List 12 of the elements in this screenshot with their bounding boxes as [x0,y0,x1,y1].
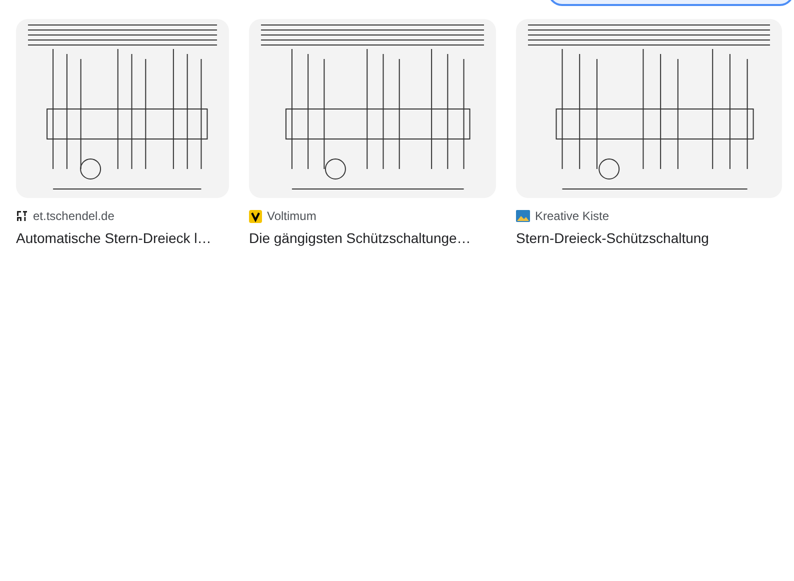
image-thumbnail[interactable] [516,19,782,198]
source-name[interactable]: Voltimum [267,207,316,225]
result-title[interactable]: Stern-Dreieck-Schützschaltung [516,228,782,249]
image-thumbnail[interactable] [249,19,496,198]
landscape-icon [516,210,530,222]
source-name[interactable]: Kreative Kiste [535,207,610,225]
image-thumbnail[interactable] [16,19,229,198]
source-name[interactable]: et.tschendel.de [33,207,114,225]
grid-logo-icon [16,210,28,222]
result-title[interactable]: Die gängigsten Schützschaltunge… [249,228,496,249]
v-logo-icon [249,210,262,222]
result-title[interactable]: Automatische Stern-Dreieck l… [16,228,229,249]
